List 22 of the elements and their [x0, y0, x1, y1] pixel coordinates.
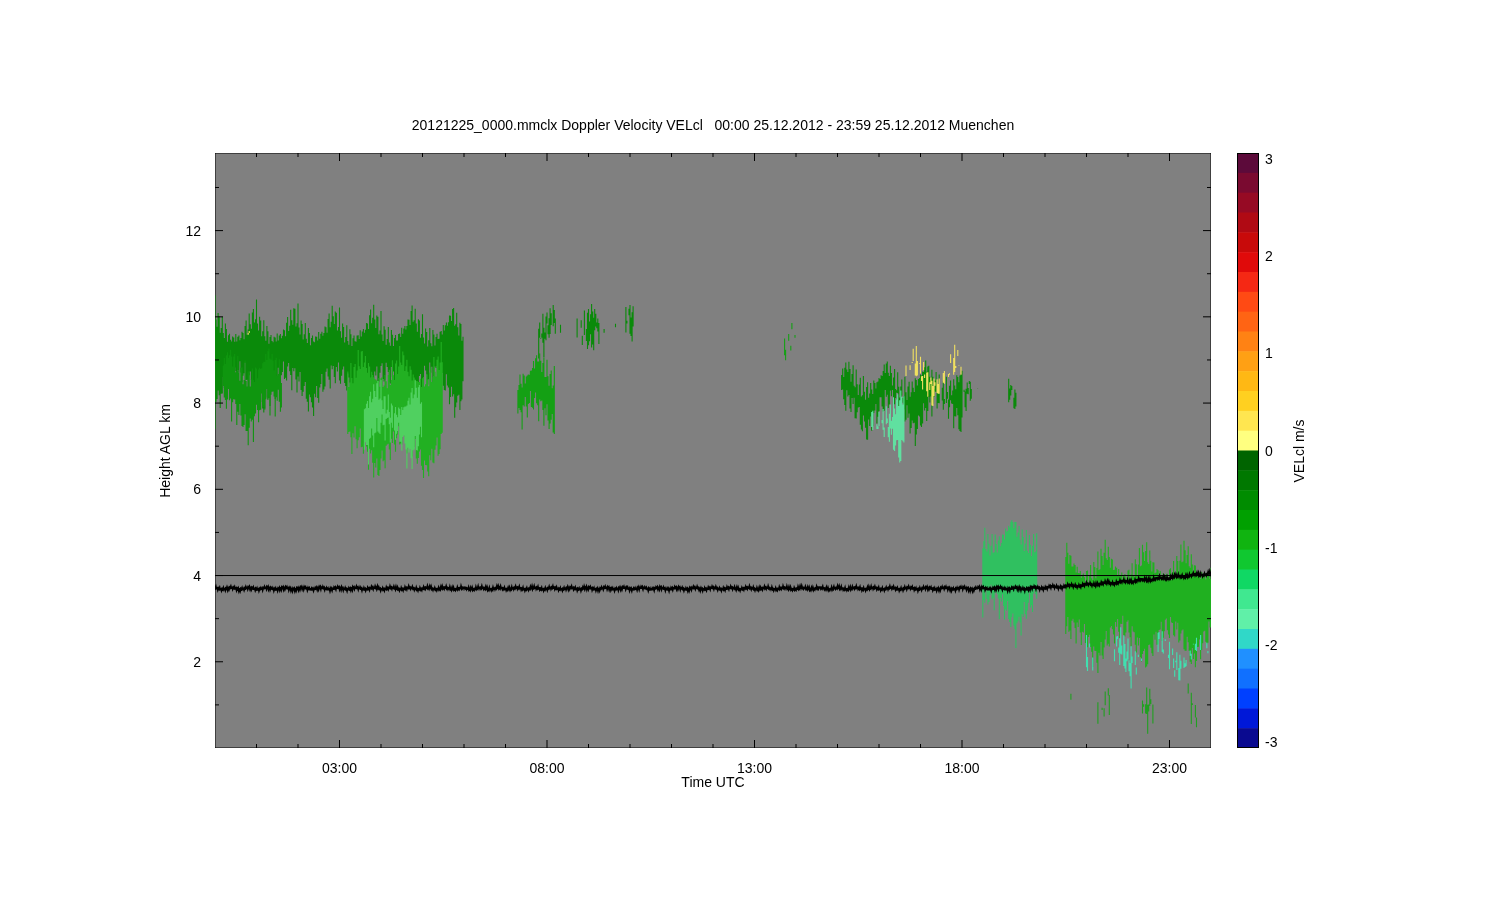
y-tick-label: 8 [193, 395, 201, 412]
y-tick-label: 6 [193, 481, 201, 498]
y-tick-label: 12 [185, 222, 201, 239]
x-tick-label: 18:00 [944, 760, 980, 776]
y-tick-label: 2 [193, 653, 201, 670]
colorbar-tick-label: -1 [1265, 539, 1278, 556]
colorbar-tick-label: 1 [1265, 345, 1273, 362]
x-tick-label: 03:00 [322, 760, 357, 776]
x-axis-label: Time UTC [681, 774, 745, 790]
chart-title: 20121225_0000.mmclx Doppler Velocity VELcl 00:00 25.12.2012 - 23:59 25.12.2012 Muenchen [410, 116, 1016, 134]
y-axis-label: Height AGL km [157, 403, 173, 498]
colorbar-tick-label: 2 [1265, 248, 1273, 265]
colorbar-tick-label: 3 [1265, 151, 1273, 167]
colorbar-tick-label: -2 [1265, 636, 1278, 653]
x-tick-label: 08:00 [529, 760, 565, 776]
colorbar-tick-label: -3 [1265, 734, 1278, 750]
x-tick-label: 23:00 [1152, 760, 1187, 776]
y-tick-label: 10 [185, 308, 201, 325]
y-tick-label: 4 [193, 567, 201, 584]
colorbar-label: VELcl m/s [1291, 419, 1307, 482]
colorbar-tick-label: 0 [1265, 442, 1273, 459]
x-tick-label: 13:00 [737, 760, 772, 776]
